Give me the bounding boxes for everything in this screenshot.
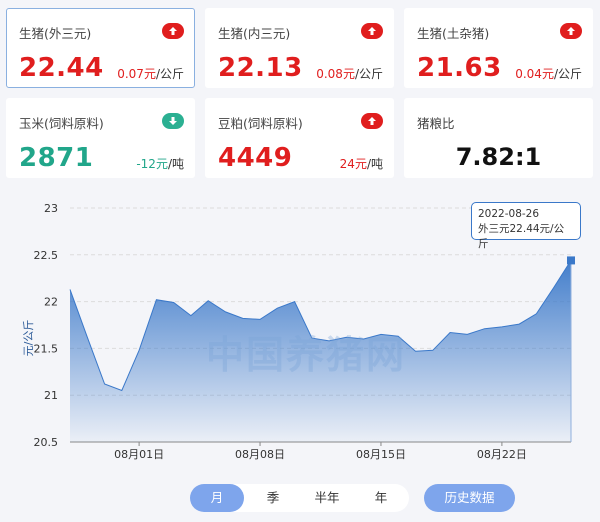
card-change: 0.04元/公斤: [515, 67, 582, 81]
price-card-pig-grain-ratio[interactable]: 猪粮比 7.82:1: [404, 98, 593, 178]
card-price: 2871: [19, 143, 94, 173]
card-change: 0.08元/公斤: [316, 67, 383, 81]
range-month-button[interactable]: 月: [190, 484, 244, 512]
x-tick-label: 08月01日: [114, 448, 164, 461]
y-axis-label: 元/公斤: [22, 320, 35, 357]
last-point-marker: [567, 256, 575, 265]
y-tick-label: 23: [44, 202, 58, 215]
range-halfyear-button[interactable]: 半年: [302, 484, 352, 512]
y-tick-label: 21: [44, 389, 58, 402]
range-selector: 月 季 半年 年: [190, 484, 409, 512]
card-title: 豆粕(饲料原料): [218, 116, 303, 131]
card-title: 生猪(土杂猪): [417, 26, 490, 41]
card-price: 22.44: [19, 53, 104, 83]
card-title: 玉米(饲料原料): [19, 116, 104, 131]
x-tick-label: 08月15日: [356, 448, 406, 461]
price-card-soymeal[interactable]: 豆粕(饲料原料) 4449 24元/吨: [205, 98, 394, 178]
tooltip-date: 2022-08-26: [478, 208, 540, 220]
y-tick-label: 22: [44, 296, 58, 309]
up-arrow-icon: [361, 23, 383, 39]
y-tick-label: 21.5: [34, 342, 59, 355]
card-title: 猪粮比: [417, 116, 455, 131]
range-year-button[interactable]: 年: [356, 484, 406, 512]
card-ratio-value: 7.82:1: [455, 143, 542, 171]
x-axis-ticks: 08月01日 08月08日 08月15日 08月22日: [114, 442, 527, 461]
price-card-corn[interactable]: 玉米(饲料原料) 2871 -12元/吨: [6, 98, 195, 178]
price-card-tuzazhu[interactable]: 生猪(土杂猪) 21.63 0.04元/公斤: [404, 8, 593, 88]
price-card-waisanyuan[interactable]: 生猪(外三元) 22.44 0.07元/公斤: [6, 8, 195, 88]
up-arrow-icon: [162, 23, 184, 39]
x-tick-label: 08月22日: [477, 448, 527, 461]
card-change: 24元/吨: [339, 157, 383, 171]
card-change: 0.07元/公斤: [117, 67, 184, 81]
up-arrow-icon: [361, 113, 383, 129]
x-tick-label: 08月08日: [235, 448, 285, 461]
chart-tooltip: 2022-08-26 外三元22.44元/公斤: [471, 202, 581, 250]
watermark: 中国养猪网: [206, 333, 406, 377]
up-arrow-icon: [560, 23, 582, 39]
price-card-neisanyuan[interactable]: 生猪(内三元) 22.13 0.08元/公斤: [205, 8, 394, 88]
y-tick-label: 20.5: [34, 436, 59, 449]
card-change: -12元/吨: [136, 157, 184, 171]
card-title: 生猪(内三元): [218, 26, 291, 41]
card-price: 22.13: [218, 53, 303, 83]
down-arrow-icon: [162, 113, 184, 129]
card-title: 生猪(外三元): [19, 26, 92, 41]
y-tick-label: 22.5: [34, 249, 59, 262]
y-axis-ticks: 20.5 21 21.5 22 22.5 23: [34, 202, 59, 449]
range-quarter-button[interactable]: 季: [248, 484, 298, 512]
card-price: 21.63: [417, 53, 502, 83]
card-price: 4449: [218, 143, 293, 173]
tooltip-value: 外三元22.44元/公斤: [478, 223, 565, 250]
history-data-button[interactable]: 历史数据: [424, 484, 515, 512]
